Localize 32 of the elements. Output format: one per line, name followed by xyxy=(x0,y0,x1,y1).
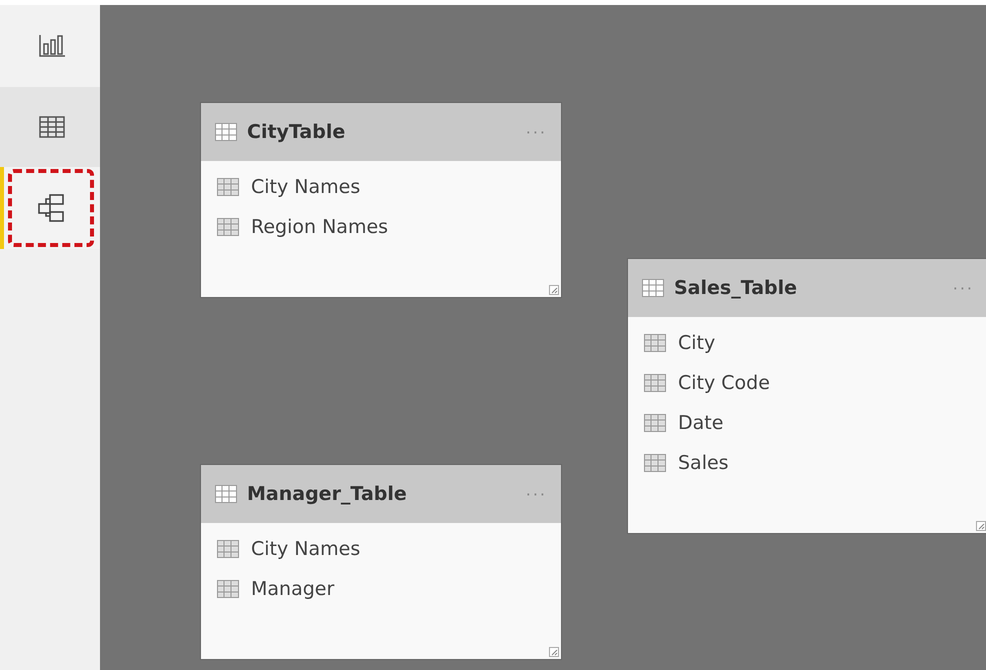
field-name[interactable]: City Names xyxy=(251,176,360,198)
bar-chart-icon xyxy=(38,34,66,58)
table-name: Manager_Table xyxy=(247,483,408,505)
view-tab[interactable] xyxy=(0,87,100,167)
table-card[interactable]: CityTable ··· City Names Region Names xyxy=(200,102,562,298)
field-name[interactable]: Date xyxy=(678,412,724,434)
resize-grip-icon[interactable] xyxy=(976,521,986,531)
field-name[interactable]: Manager xyxy=(251,578,334,600)
resize-grip-icon[interactable] xyxy=(549,285,559,295)
table-card[interactable]: Manager_Table ··· City Names Manager xyxy=(200,464,562,660)
field-name[interactable]: Sales xyxy=(678,452,729,474)
grid-icon xyxy=(39,116,65,138)
table-name: Sales_Table xyxy=(674,277,798,299)
field-name[interactable]: City Code xyxy=(678,372,770,394)
model-diagram-icon xyxy=(37,193,67,223)
resize-grip-icon[interactable] xyxy=(549,647,559,657)
table-icon xyxy=(217,218,239,236)
field-name[interactable]: Region Names xyxy=(251,216,388,238)
table-icon xyxy=(644,374,666,392)
table-icon xyxy=(217,178,239,196)
table-card[interactable]: Sales_Table ··· City City Code Date Sales xyxy=(627,258,986,534)
table-icon xyxy=(215,485,237,503)
table-icon xyxy=(215,123,237,141)
field-name[interactable]: City xyxy=(678,332,716,354)
field-name[interactable]: City Names xyxy=(251,538,360,560)
table-icon xyxy=(217,540,239,558)
table-icon xyxy=(217,580,239,598)
table-icon xyxy=(644,414,666,432)
table-name: CityTable xyxy=(247,121,346,143)
table-icon xyxy=(644,454,666,472)
table-icon xyxy=(642,279,664,297)
table-icon xyxy=(644,334,666,352)
